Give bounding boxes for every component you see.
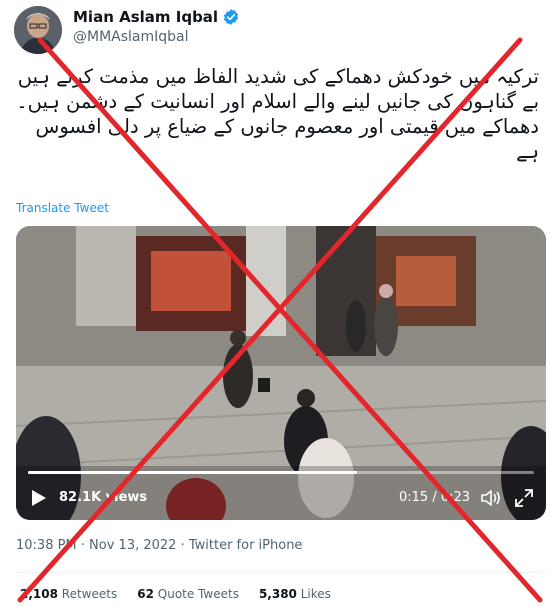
likes-label: Likes	[300, 587, 331, 601]
likes-count: 5,380	[258, 587, 297, 601]
tweet-card: Mian Aslam Iqbal @MMAslamIqbal ترکیہ میں…	[0, 0, 557, 607]
tweet-text: ترکیہ میں خودکش دھماکے کی شدید الفاظ میں…	[16, 65, 539, 163]
retweets-label: Retweets	[61, 587, 118, 601]
quote-tweets-stat[interactable]: 62 Quote Tweets	[137, 587, 239, 601]
translate-tweet-link[interactable]: Translate Tweet	[16, 201, 109, 215]
video-duration: 0:15 / 0:23	[399, 490, 471, 505]
retweets-count: 2,108	[20, 587, 58, 601]
fullscreen-icon[interactable]	[514, 488, 534, 508]
retweets-stat[interactable]: 2,108 Retweets	[20, 587, 117, 601]
tweet-meta[interactable]: 10:38 PM · Nov 13, 2022 · Twitter for iP…	[16, 538, 302, 553]
author-avatar[interactable]	[14, 6, 62, 54]
tweet-stats: 2,108 Retweets 62 Quote Tweets 5,380 Lik…	[20, 587, 351, 601]
video-views: 82.1K views	[59, 490, 148, 505]
divider	[16, 572, 546, 573]
video-progress-fill	[28, 471, 357, 474]
likes-stat[interactable]: 5,380 Likes	[259, 587, 331, 601]
author-name[interactable]: Mian Aslam Iqbal	[73, 8, 218, 26]
quote-tweets-label: Quote Tweets	[157, 587, 239, 601]
author-name-row: Mian Aslam Iqbal	[73, 8, 240, 26]
avatar-image	[14, 6, 62, 54]
verified-badge-icon	[224, 9, 239, 25]
author-handle[interactable]: @MMAslamIqbal	[73, 29, 189, 45]
video-player[interactable]: 82.1K views 0:15 / 0:23	[16, 226, 546, 520]
volume-icon[interactable]	[480, 488, 502, 508]
video-progress-bar[interactable]	[28, 471, 534, 474]
play-icon[interactable]	[28, 488, 48, 508]
video-frame	[16, 226, 546, 520]
quote-tweets-count: 62	[137, 587, 154, 601]
